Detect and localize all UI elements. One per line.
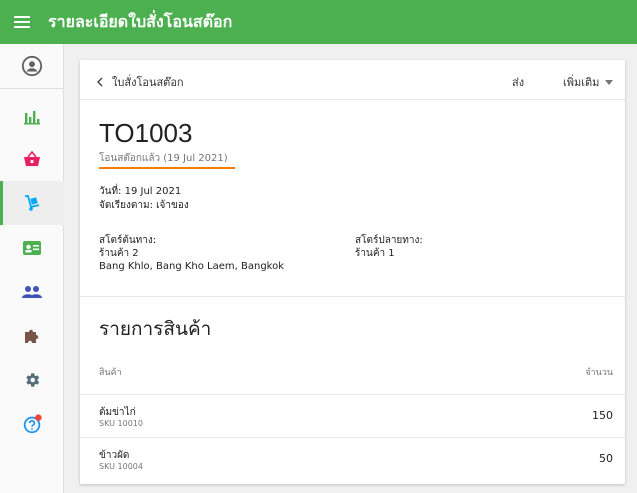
order-sort: จัดเรียงตาม: เจ้าของ	[99, 200, 189, 211]
section-divider	[80, 296, 625, 297]
chevron-down-icon	[605, 79, 614, 85]
help-icon[interactable]	[0, 402, 64, 446]
page-title: รายละเอียดใบสั่งโอนสต๊อก	[48, 11, 233, 31]
table-row[interactable]: ข้าวผัด SKU 10004 50	[80, 438, 625, 480]
status-underline	[99, 167, 235, 169]
items-title: รายการสินค้า	[99, 318, 212, 340]
sidebar	[0, 44, 64, 493]
more-menu-label: เพิ่มเติม	[563, 76, 600, 89]
destination-store-label: สโตร์ปลายทาง:	[355, 235, 423, 246]
people-icon[interactable]	[0, 270, 64, 314]
card-toolbar: ใบสั่งโอนสต๊อก ส่ง เพิ่มเติม	[80, 60, 625, 100]
item-quantity: 50	[599, 452, 613, 465]
source-store-name: ร้านค้า 2	[99, 248, 139, 259]
bar-chart-icon[interactable]	[0, 95, 64, 139]
gear-icon[interactable]	[0, 358, 64, 402]
order-card: ใบสั่งโอนสต๊อก ส่ง เพิ่มเติม TO1003 โอนส…	[80, 60, 625, 484]
destination-store-name: ร้านค้า 1	[355, 248, 395, 259]
item-quantity: 150	[592, 409, 613, 422]
order-date: วันที่: 19 Jul 2021	[99, 186, 182, 197]
destination-store: สโตร์ปลายทาง: ร้านค้า 1	[355, 234, 423, 260]
puzzle-icon[interactable]	[0, 314, 64, 358]
send-button[interactable]: ส่ง	[512, 73, 524, 91]
column-header-quantity: จำนวน	[585, 368, 613, 378]
item-sku: SKU 10004	[99, 462, 143, 471]
account-circle-icon[interactable]	[0, 44, 64, 88]
source-store-address: Bang Khlo, Bang Kho Laem, Bangkok	[99, 261, 285, 272]
column-header-product: สินค้า	[99, 368, 122, 378]
menu-icon[interactable]	[0, 0, 44, 44]
item-name: ต้มข่าไก่	[99, 407, 136, 418]
basket-icon[interactable]	[0, 137, 64, 181]
order-status: โอนสต๊อกแล้ว (19 Jul 2021)	[99, 153, 228, 164]
chevron-left-icon	[97, 77, 103, 87]
item-sku: SKU 10010	[99, 419, 143, 428]
app-bar: รายละเอียดใบสั่งโอนสต๊อก	[0, 0, 637, 44]
more-menu-button[interactable]: เพิ่มเติม	[563, 73, 614, 91]
id-card-icon[interactable]	[0, 226, 64, 270]
back-link-label: ใบสั่งโอนสต๊อก	[112, 76, 184, 89]
back-link[interactable]: ใบสั่งโอนสต๊อก	[96, 73, 184, 91]
dolly-icon[interactable]	[0, 181, 64, 225]
item-name: ข้าวผัด	[99, 450, 130, 461]
table-row[interactable]: ต้มข่าไก่ SKU 10010 150	[80, 395, 625, 437]
source-store: สโตร์ต้นทาง: ร้านค้า 2 Bang Khlo, Bang K…	[99, 234, 284, 273]
sidebar-divider	[0, 88, 64, 89]
order-id: TO1003	[99, 118, 193, 148]
source-store-label: สโตร์ต้นทาง:	[99, 235, 157, 246]
